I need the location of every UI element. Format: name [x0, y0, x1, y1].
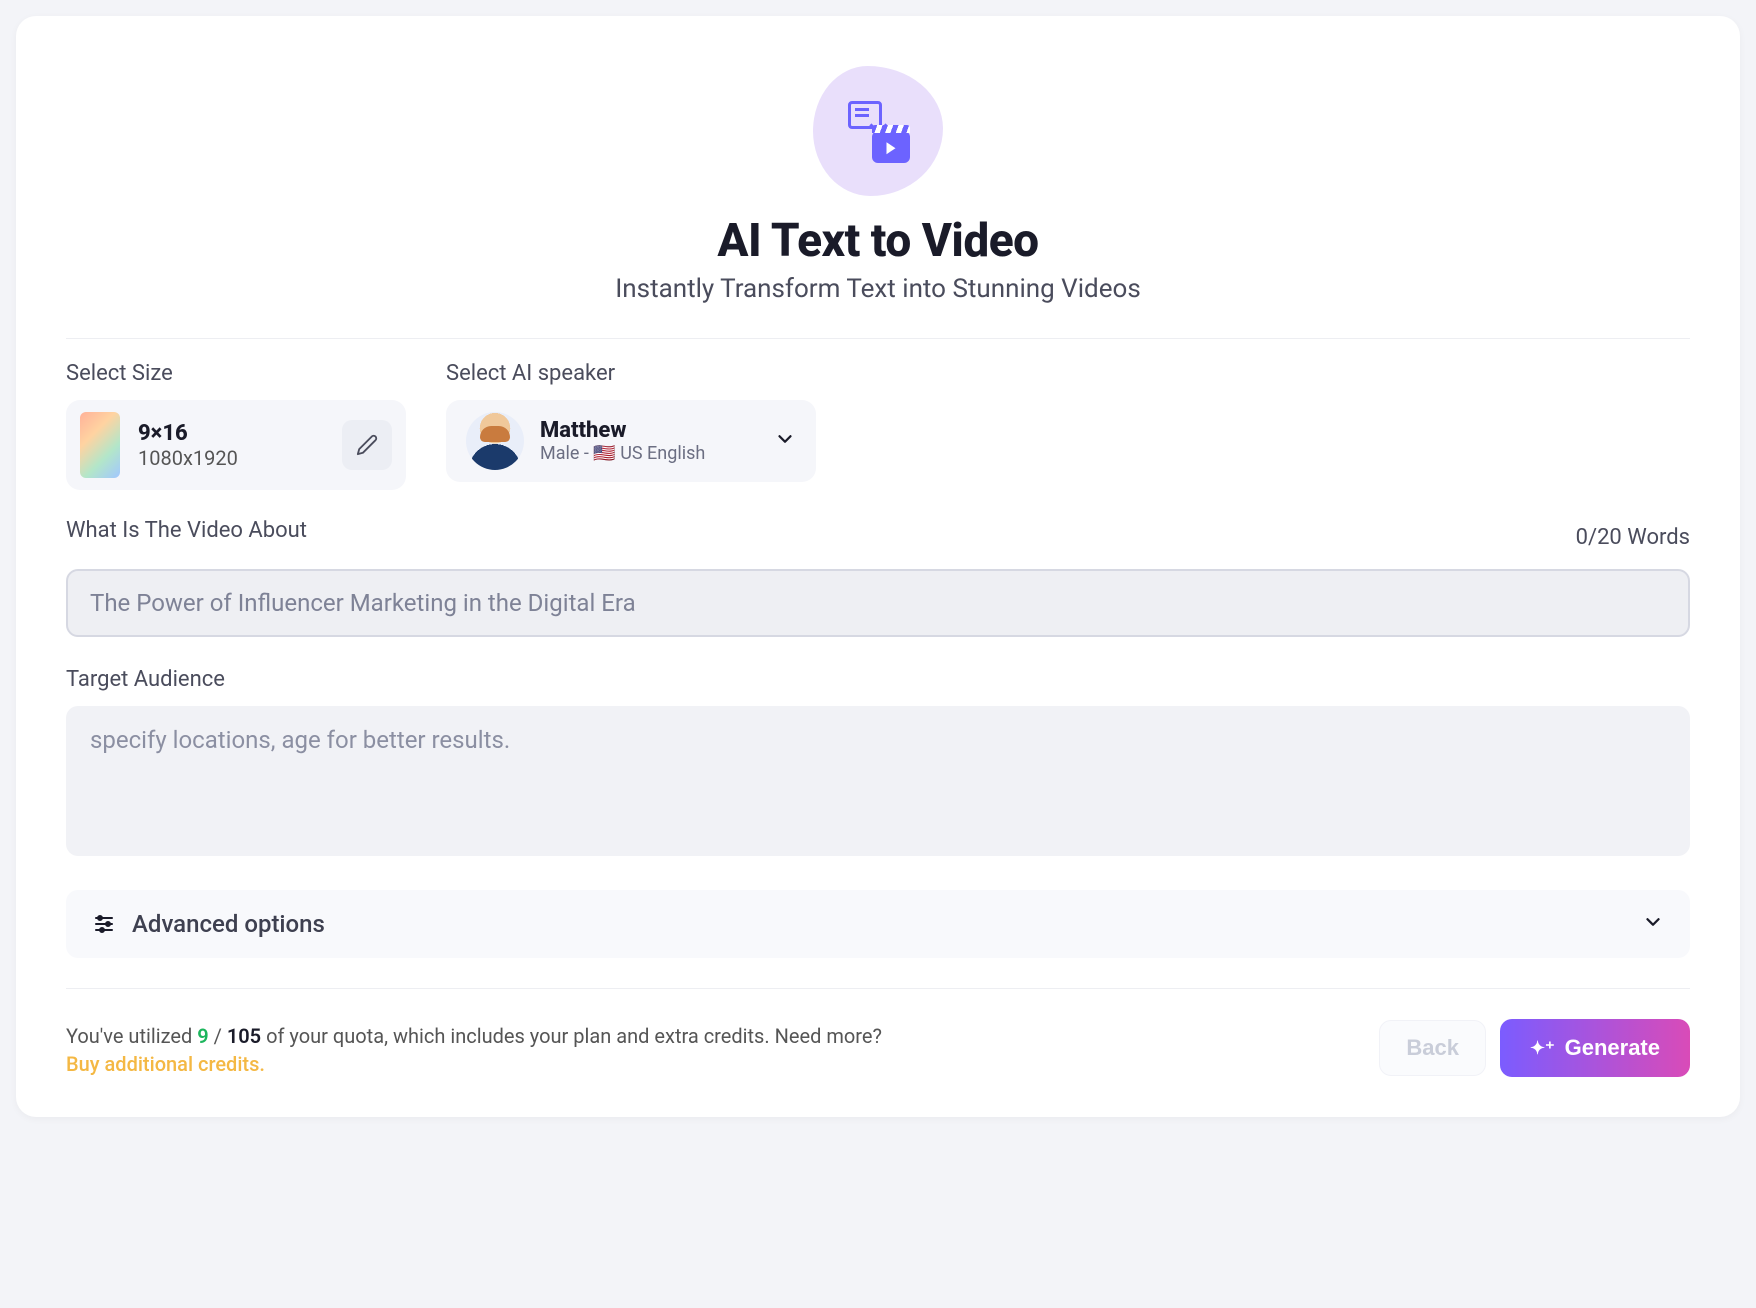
sliders-icon [92, 912, 116, 936]
text-to-video-icon [846, 99, 910, 163]
audience-section: Target Audience [66, 667, 1690, 860]
size-thumbnail [80, 412, 120, 478]
divider [66, 338, 1690, 339]
size-section: Select Size 9×16 1080x1920 [66, 361, 406, 490]
speaker-label: Select AI speaker [446, 361, 816, 386]
topic-label: What Is The Video About [66, 518, 307, 543]
speaker-selector[interactable]: Matthew Male - 🇺🇸 US English [446, 400, 816, 482]
pencil-icon [356, 434, 378, 456]
edit-size-button[interactable] [342, 420, 392, 470]
quota-suffix: of your quota, which includes your plan … [261, 1024, 882, 1048]
buy-credits-link[interactable]: Buy additional credits. [66, 1052, 882, 1076]
advanced-options-toggle[interactable]: Advanced options [66, 890, 1690, 958]
quota-text: You've utilized 9 / 105 of your quota, w… [66, 1020, 882, 1052]
flag-icon: 🇺🇸 [593, 443, 615, 464]
main-card: AI Text to Video Instantly Transform Tex… [16, 16, 1740, 1117]
quota-block: You've utilized 9 / 105 of your quota, w… [66, 1020, 882, 1076]
speaker-avatar [466, 412, 524, 470]
generate-label: Generate [1565, 1035, 1660, 1061]
speaker-language: US English [616, 443, 706, 464]
generate-button[interactable]: ✦⁺ Generate [1500, 1019, 1690, 1077]
size-text: 9×16 1080x1920 [138, 421, 238, 470]
aspect-ratio: 9×16 [138, 421, 238, 446]
audience-label: Target Audience [66, 667, 1690, 692]
footer: You've utilized 9 / 105 of your quota, w… [66, 988, 1690, 1077]
speaker-meta: Male - 🇺🇸 US English [540, 443, 705, 464]
topic-section: What Is The Video About 0/20 Words [66, 518, 1690, 637]
page-title: AI Text to Video [66, 214, 1690, 268]
quota-used: 9 [197, 1024, 208, 1048]
topic-input[interactable] [66, 569, 1690, 637]
chevron-down-icon [1642, 911, 1664, 937]
advanced-label: Advanced options [132, 910, 325, 938]
quota-sep: / [209, 1024, 227, 1048]
dimensions: 1080x1920 [138, 446, 238, 470]
audience-input[interactable] [66, 706, 1690, 856]
size-label: Select Size [66, 361, 406, 386]
quota-prefix: You've utilized [66, 1024, 197, 1048]
action-row: Back ✦⁺ Generate [1379, 1019, 1690, 1077]
header: AI Text to Video Instantly Transform Tex… [66, 66, 1690, 304]
chevron-down-icon [774, 428, 796, 454]
sparkle-icon: ✦⁺ [1530, 1038, 1555, 1059]
speaker-section: Select AI speaker Matthew Male - 🇺🇸 US E… [446, 361, 816, 490]
speaker-text: Matthew Male - 🇺🇸 US English [540, 418, 705, 464]
speaker-name: Matthew [540, 418, 705, 443]
speaker-gender: Male - [540, 443, 593, 464]
size-selector[interactable]: 9×16 1080x1920 [66, 400, 406, 490]
page-subtitle: Instantly Transform Text into Stunning V… [66, 274, 1690, 304]
word-counter: 0/20 Words [1576, 525, 1690, 550]
quota-total: 105 [227, 1024, 261, 1048]
logo-badge [813, 66, 943, 196]
back-button[interactable]: Back [1379, 1020, 1486, 1076]
